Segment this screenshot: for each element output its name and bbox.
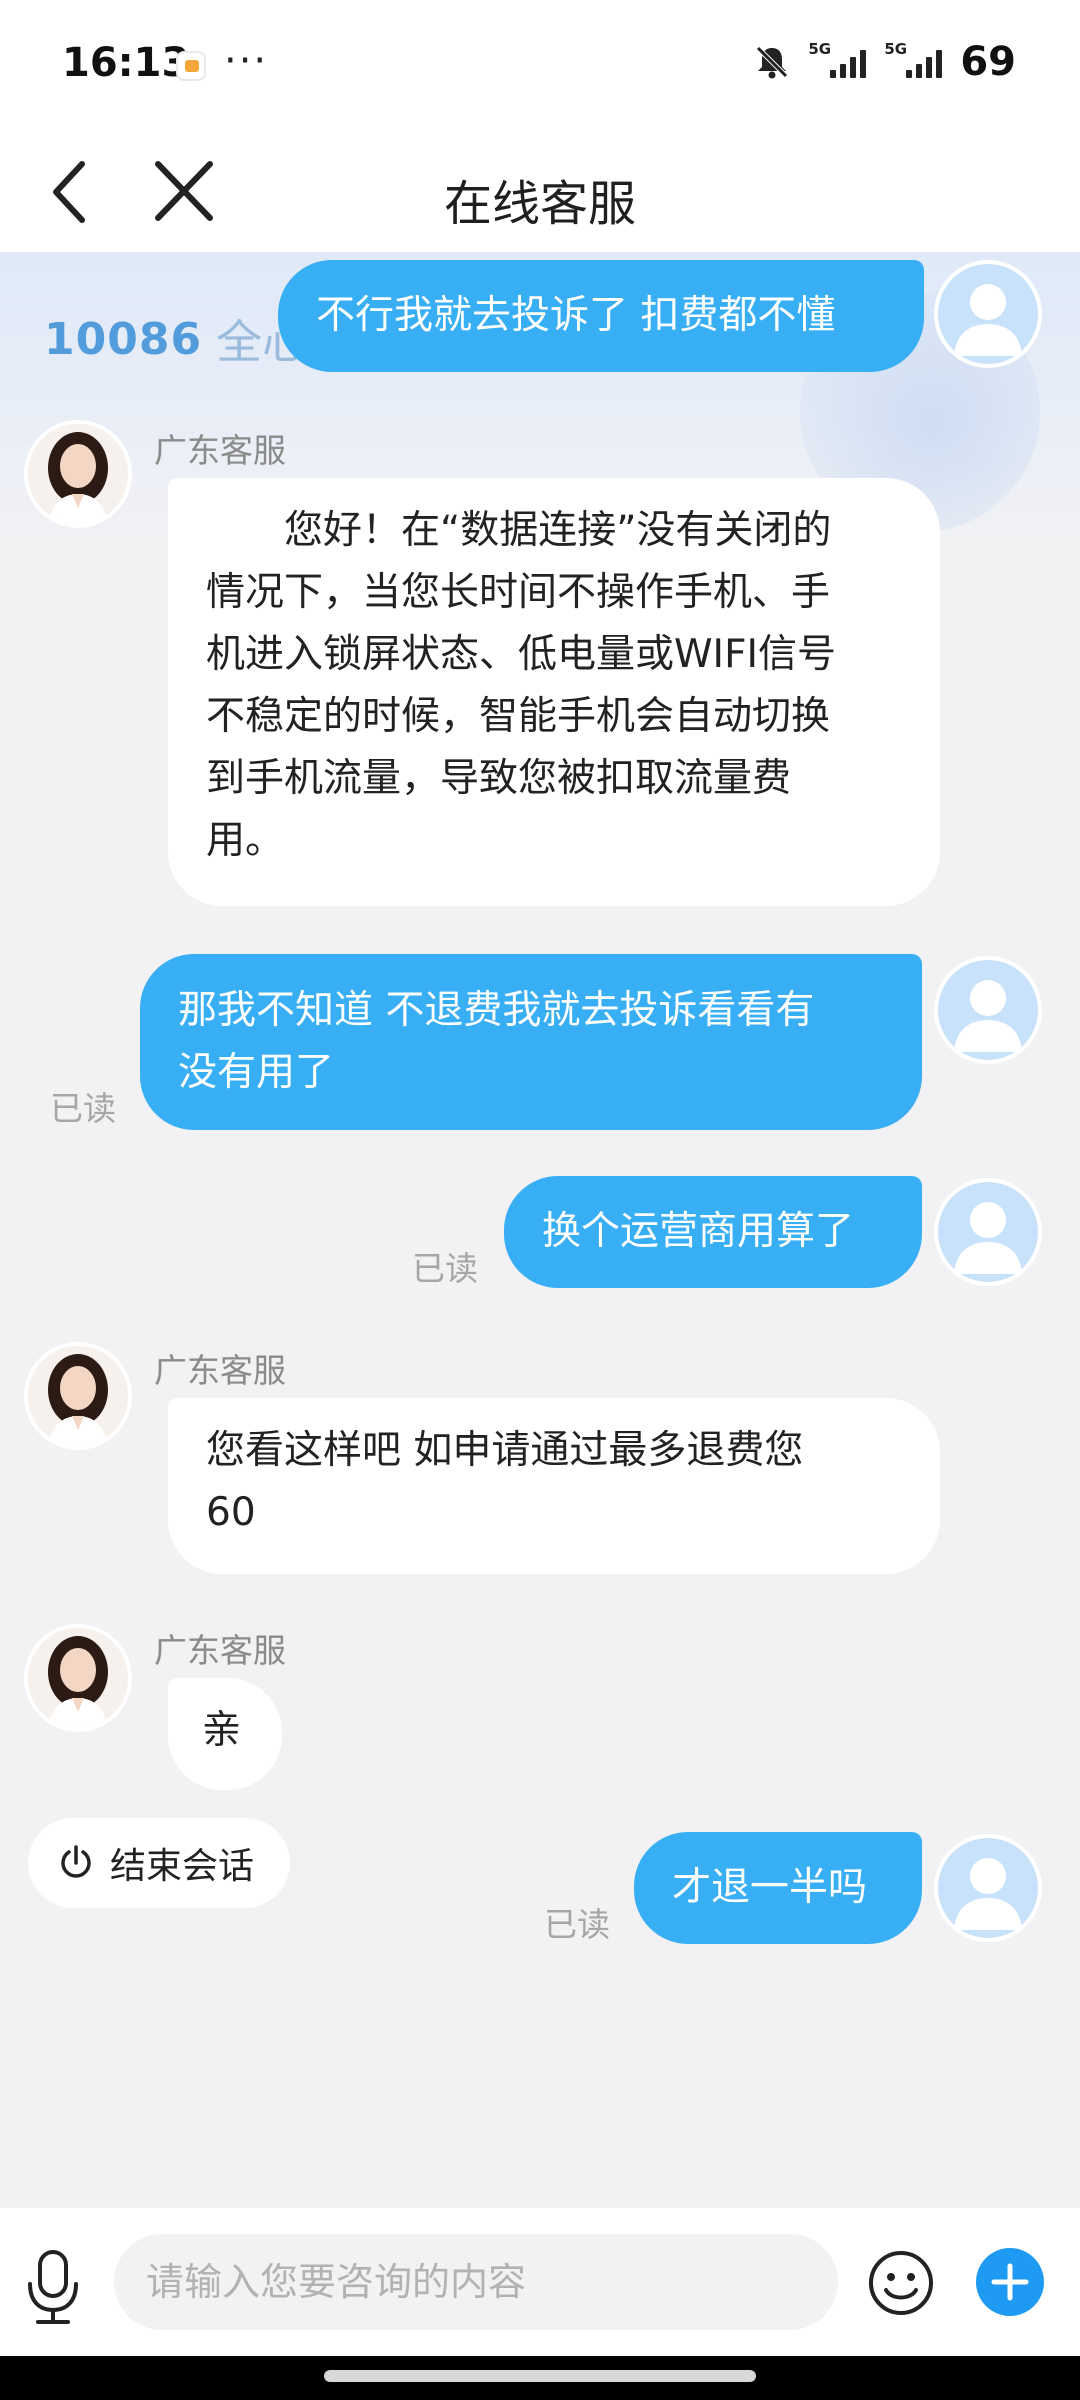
input-bar <box>0 2208 1080 2356</box>
message-line: 60 <box>206 1490 256 1535</box>
brand-number: 10086 <box>44 313 203 365</box>
power-icon <box>61 1845 91 1878</box>
message-text: 换个运营商用算了 <box>542 1209 855 1254</box>
user-message-bubble: 那我不知道 不退费我就去投诉看看有 没有用了 <box>140 954 922 1130</box>
microphone-icon <box>28 2250 78 2324</box>
status-right-group: 5G 5G 69 <box>754 38 1016 86</box>
read-status: 已读 <box>544 1905 610 1944</box>
message-text: 才退一半吗 <box>672 1865 868 1910</box>
signal-icon: 5G <box>884 40 943 78</box>
user-avatar-icon <box>954 284 1022 356</box>
agent-message-bubble: 亲 <box>168 1678 282 1790</box>
emoji-button[interactable] <box>866 2248 936 2318</box>
user-avatar <box>934 1178 1042 1286</box>
user-message-bubble: 不行我就去投诉了 扣费都不懂 <box>278 260 924 372</box>
message-line: 情况下，当您长时间不操作手机、手 <box>206 570 831 615</box>
message-line: 不稳定的时候，智能手机会自动切换 <box>206 694 831 739</box>
title-bar: 在线客服 <box>0 130 1080 252</box>
agent-avatar-icon <box>28 424 128 524</box>
agent-avatar <box>24 1342 132 1450</box>
home-indicator[interactable] <box>324 2370 756 2382</box>
agent-avatar <box>24 1624 132 1732</box>
status-more-indicator: ··· <box>224 38 269 84</box>
notification-app-icon <box>176 51 206 81</box>
user-avatar-icon <box>954 1202 1022 1274</box>
page-title: 在线客服 <box>443 176 636 232</box>
message-line: 用。 <box>206 818 285 863</box>
network-type-label: 5G <box>808 40 832 58</box>
user-avatar <box>934 1834 1042 1942</box>
message-text: 不行我就去投诉了 扣费都不懂 <box>316 293 836 338</box>
user-message-bubble: 才退一半吗 <box>634 1832 922 1944</box>
agent-avatar <box>24 420 132 528</box>
user-avatar-icon <box>954 1858 1022 1930</box>
agent-name: 广东客服 <box>154 1351 286 1390</box>
message-line: 机进入锁屏状态、低电量或WIFI信号 <box>206 632 836 677</box>
plus-icon <box>991 2263 1029 2301</box>
status-time: 16:13 <box>62 40 190 86</box>
user-avatar-icon <box>954 980 1022 1052</box>
message-line: 没有用了 <box>178 1050 335 1095</box>
user-avatar <box>934 260 1042 368</box>
message-text: 亲 <box>202 1708 242 1753</box>
read-status: 已读 <box>412 1249 478 1288</box>
agent-avatar-icon <box>28 1346 128 1446</box>
agent-avatar-icon <box>28 1628 128 1728</box>
agent-message-bubble: 您好！在“数据连接”没有关闭的 情况下，当您长时间不操作手机、手 机进入锁屏状态… <box>168 478 940 906</box>
agent-message-bubble: 您看这样吧 如申请通过最多退费您 60 <box>168 1398 940 1574</box>
user-message-bubble: 换个运营商用算了 <box>504 1176 922 1288</box>
more-options-button[interactable] <box>976 2248 1044 2316</box>
chat-area[interactable]: 10086 全心全 不行我就去投诉了 扣费都不懂 广东客服 您好！在“数据连接”… <box>0 252 1080 2208</box>
battery-level: 69 <box>960 39 1016 85</box>
emoji-icon <box>869 2251 933 2315</box>
agent-name: 广东客服 <box>154 1631 286 1670</box>
message-line: 您好！在“数据连接”没有关闭的 <box>206 508 832 553</box>
signal-icon: 5G <box>808 40 867 78</box>
system-navigation-area <box>0 2356 1080 2400</box>
user-avatar <box>934 956 1042 1064</box>
message-line: 到手机流量，导致您被扣取流量费 <box>206 756 792 801</box>
status-bar: 16:13 ··· 5G 5G 69 <box>0 0 1080 130</box>
end-session-button[interactable]: 结束会话 <box>28 1818 290 1908</box>
voice-input-button[interactable] <box>22 2248 84 2326</box>
message-line: 您看这样吧 如申请通过最多退费您 <box>206 1428 804 1473</box>
message-input[interactable] <box>114 2234 838 2330</box>
network-type-label: 5G <box>884 40 908 58</box>
mute-icon <box>754 44 790 80</box>
read-status: 已读 <box>50 1089 116 1128</box>
agent-name: 广东客服 <box>154 431 286 470</box>
end-session-label: 结束会话 <box>110 1846 255 1887</box>
message-line: 那我不知道 不退费我就去投诉看看有 <box>178 988 815 1033</box>
